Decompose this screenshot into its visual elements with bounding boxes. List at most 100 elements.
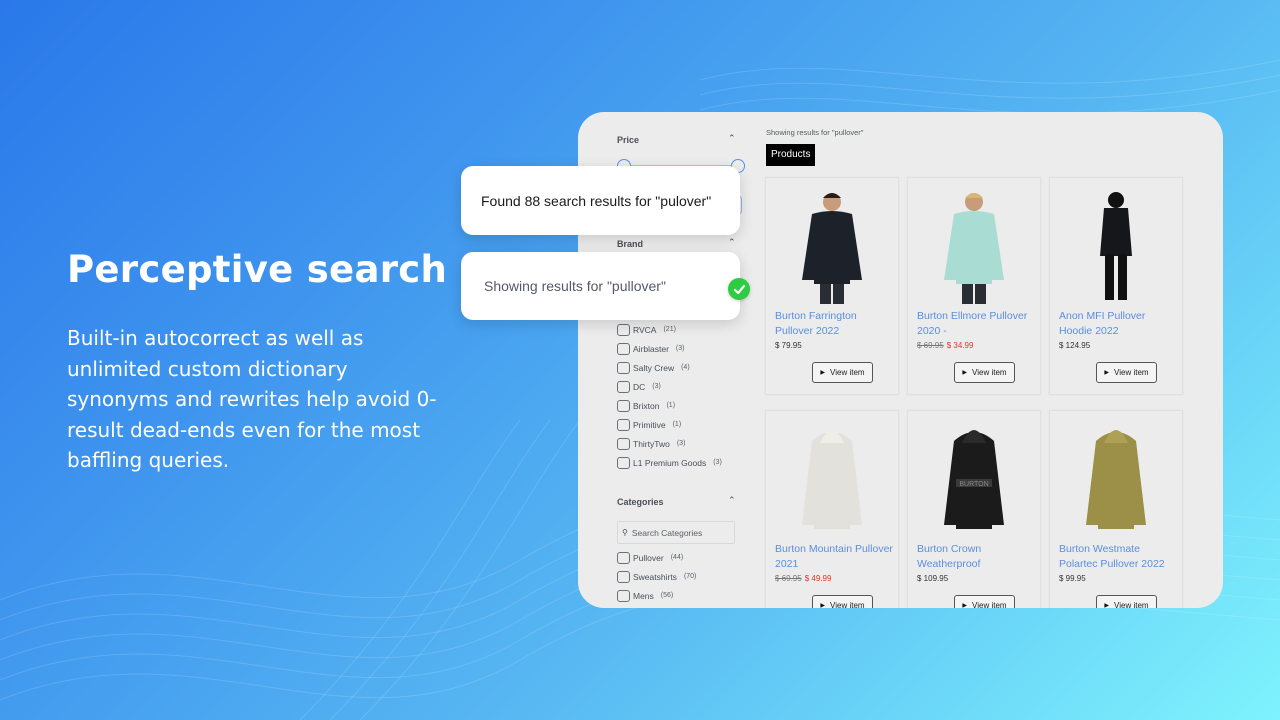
checkbox[interactable] [617,437,630,450]
checkbox[interactable] [617,456,630,469]
facet-option-label: RVCA [633,324,657,335]
checkbox[interactable] [617,380,630,393]
regular-price: $ 99.95 [1059,574,1086,583]
play-triangle-icon: ▶ [962,603,968,608]
facet-title-categories: Categories [617,497,664,507]
facet-option[interactable]: Sweatshirts (70) [617,567,696,586]
facet-option-label: ThirtyTwo [633,438,670,449]
view-item-button[interactable]: ▶ View item [812,595,873,608]
facet-option-label: DC [633,381,646,392]
facet-option[interactable]: RVCA (21) [617,320,722,339]
facet-option-count: (56) [660,592,674,599]
checkbox[interactable] [617,323,630,336]
view-item-label: View item [972,601,1007,608]
checkbox[interactable] [617,589,630,602]
product-name-link[interactable]: Burton Mountain Pullover 2021 [775,542,897,572]
facet-option-label: Airblaster [633,343,669,354]
facet-option[interactable]: Mens (56) [617,586,696,605]
play-triangle-icon: ▶ [820,603,826,608]
product-price: $ 69.95 $ 34.99 [917,341,973,350]
category-list: Pullover (44) Sweatshirts (70) Mens (56) [617,548,696,605]
facet-option[interactable]: ThirtyTwo (3) [617,434,722,453]
facet-option[interactable]: DC (3) [617,377,722,396]
view-item-label: View item [1114,368,1149,377]
facet-option[interactable]: L1 Premium Goods (3) [617,453,722,472]
view-item-button[interactable]: ▶ View item [1096,595,1157,608]
product-card[interactable]: Burton Farrington Pullover 2022 $ 79.95 ▶ V… [765,177,899,395]
view-item-label: View item [1114,601,1149,608]
facet-option-label: Pullover [633,552,664,563]
chevron-up-icon[interactable]: ⌃ [728,238,736,248]
hero-title: Perceptive search [67,248,448,291]
facet-title-brand: Brand [617,239,644,249]
view-item-button[interactable]: ▶ View item [1096,362,1157,383]
facet-option-count: (4) [681,364,690,371]
view-item-label: View item [830,368,865,377]
view-item-button[interactable]: ▶ View item [812,362,873,383]
product-image[interactable] [1060,184,1172,304]
facet-option-label: Sweatshirts [633,571,677,582]
view-item-label: View item [830,601,865,608]
view-item-button[interactable]: ▶ View item [954,362,1015,383]
hero-description: Built-in autocorrect as well as unlimite… [67,326,437,472]
facet-option[interactable]: Brixton (1) [617,396,722,415]
sale-price: $ 49.99 [804,574,832,583]
corrected-query-callout: Showing results for "pullover" [461,252,740,320]
category-search-placeholder: Search Categories [631,527,703,538]
product-name-link[interactable]: Burton Westmate Polartec Pullover 2022 [1059,542,1181,572]
category-search-input[interactable]: ⚲ Search Categories [617,521,735,544]
facet-option-count: (70) [683,573,697,580]
product-image[interactable] [1060,417,1172,537]
checkbox[interactable] [617,399,630,412]
play-triangle-icon: ▶ [820,370,826,376]
product-image[interactable] [776,417,888,537]
facet-option-count: (1) [666,402,676,409]
product-price: $ 99.95 [1059,574,1086,583]
product-card[interactable]: Burton Ellmore Pullover 2020 - $ 69.95 $ 3… [907,177,1041,395]
chevron-up-icon[interactable]: ⌃ [728,134,736,144]
corrected-query-text: Showing results for "pullover" [484,278,666,294]
facet-option-count: (44) [670,554,684,561]
product-card[interactable]: Anon MFI Pullover Hoodie 2022 $ 124.95 ▶ Vi… [1049,177,1183,395]
product-name-link[interactable]: Anon MFI Pullover Hoodie 2022 [1059,309,1181,339]
product-price: $ 124.95 [1059,341,1090,350]
view-item-button[interactable]: ▶ View item [954,595,1015,608]
facet-option-label: L1 Premium Goods [633,457,707,468]
facet-option-count: (21) [663,326,676,333]
search-icon: ⚲ [622,528,628,537]
view-item-label: View item [972,368,1007,377]
found-results-text: Found 88 search results for "pulover" [481,192,712,209]
product-image[interactable]: BURTON [918,417,1030,537]
product-card[interactable]: BURTON Burton Crown Weatherproof $ 109.95 ▶… [907,410,1041,608]
checkbox[interactable] [617,570,630,583]
play-triangle-icon: ▶ [1104,370,1110,376]
showing-results-label: Showing results for "pullover" [766,128,864,137]
product-card[interactable]: Burton Westmate Polartec Pullover 2022 $ … [1049,410,1183,608]
product-card[interactable]: Burton Mountain Pullover 2021 $ 69.95 $ 49… [765,410,899,608]
product-name-link[interactable]: Burton Crown Weatherproof [917,542,1039,572]
checkmark-circle-icon [728,278,750,300]
checkbox[interactable] [617,342,630,355]
tab-products[interactable]: Products [766,144,816,166]
product-name-link[interactable]: Burton Farrington Pullover 2022 [775,309,897,339]
regular-price: $ 79.95 [775,341,802,350]
regular-price: $ 109.95 [917,574,949,583]
facet-option-label: Salty Crew [633,362,675,373]
product-name-link[interactable]: Burton Ellmore Pullover 2020 - [917,309,1039,339]
facet-option[interactable]: Pullover (44) [617,548,696,567]
checkbox[interactable] [617,551,630,564]
facet-option[interactable]: Airblaster (3) [617,339,722,358]
facet-option[interactable]: Salty Crew (4) [617,358,722,377]
product-image[interactable] [918,184,1030,304]
checkbox[interactable] [617,418,630,431]
facet-option-count: (1) [672,421,682,428]
chevron-up-icon[interactable]: ⌃ [728,496,736,506]
results-area: Showing results for "pullover" Products … [765,112,1223,608]
play-triangle-icon: ▶ [962,370,968,376]
facet-option[interactable]: Primitive (1) [617,415,722,434]
found-results-callout: Found 88 search results for "pulover" [461,166,740,235]
facet-option-label: Primitive [633,419,666,430]
checkbox[interactable] [617,361,630,374]
facet-option-label: Mens [633,590,654,601]
product-image[interactable] [776,184,888,304]
